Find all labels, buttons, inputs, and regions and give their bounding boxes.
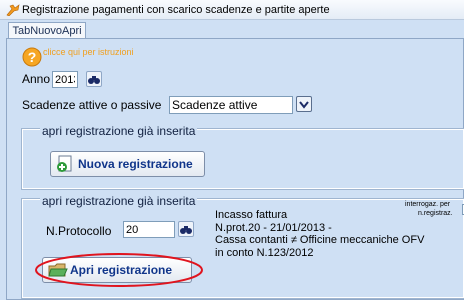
- info-line-3: Cassa contanti ≠ Officine meccaniche OFV: [215, 234, 425, 246]
- anno-search-button[interactable]: [86, 71, 102, 87]
- help-link[interactable]: clicce qui per istruzioni: [43, 47, 134, 57]
- protocollo-search-button[interactable]: [178, 221, 194, 237]
- group-apri-title: apri registrazione già inserita: [40, 194, 198, 208]
- window-title: Registrazione pagamenti con scarico scad…: [22, 4, 330, 16]
- nuova-registrazione-button[interactable]: Nuova registrazione: [50, 151, 205, 177]
- protocollo-input[interactable]: [123, 221, 175, 238]
- binoculars-icon: [180, 226, 192, 234]
- anno-label: Anno: [22, 72, 51, 86]
- info-line-4: in conto N.123/2012: [215, 246, 314, 259]
- tab-nuovo-apri[interactable]: TabNuovoApri: [8, 22, 86, 39]
- apri-registrazione-label: Apri registrazione: [70, 263, 173, 277]
- interrogaz-label-2: n.registraz.: [418, 210, 453, 217]
- new-document-icon: [57, 155, 72, 172]
- window-titlebar: Registrazione pagamenti con scarico scad…: [0, 0, 464, 20]
- question-bulb-icon[interactable]: ?: [22, 47, 42, 67]
- interrogaz-label-1: interrogaz. per: [405, 201, 451, 208]
- open-folder-icon: [48, 263, 68, 277]
- info-line-2: N.prot.20 - 21/01/2013 -: [215, 221, 332, 234]
- binoculars-icon: [88, 76, 100, 84]
- protocollo-label: N.Protocollo: [46, 224, 112, 238]
- apri-registrazione-button[interactable]: Apri registrazione: [42, 257, 192, 283]
- svg-text:?: ?: [28, 49, 37, 65]
- registrazione-info: Incasso fattura N.prot.20 - 21/01/2013 -…: [215, 209, 424, 259]
- anno-input[interactable]: [52, 71, 78, 88]
- chevron-down-icon: [299, 101, 309, 109]
- nuova-registrazione-label: Nuova registrazione: [78, 157, 193, 171]
- scadenze-select[interactable]: Scadenze attive: [169, 96, 293, 114]
- orange-wrench-icon: [6, 4, 20, 16]
- scadenze-label: Scadenze attive o passive: [22, 98, 162, 112]
- scadenze-dropdown-button[interactable]: [296, 96, 312, 112]
- group-nuova-title: apri registrazione già inserita: [40, 124, 198, 138]
- info-line-1: Incasso fattura: [215, 209, 288, 221]
